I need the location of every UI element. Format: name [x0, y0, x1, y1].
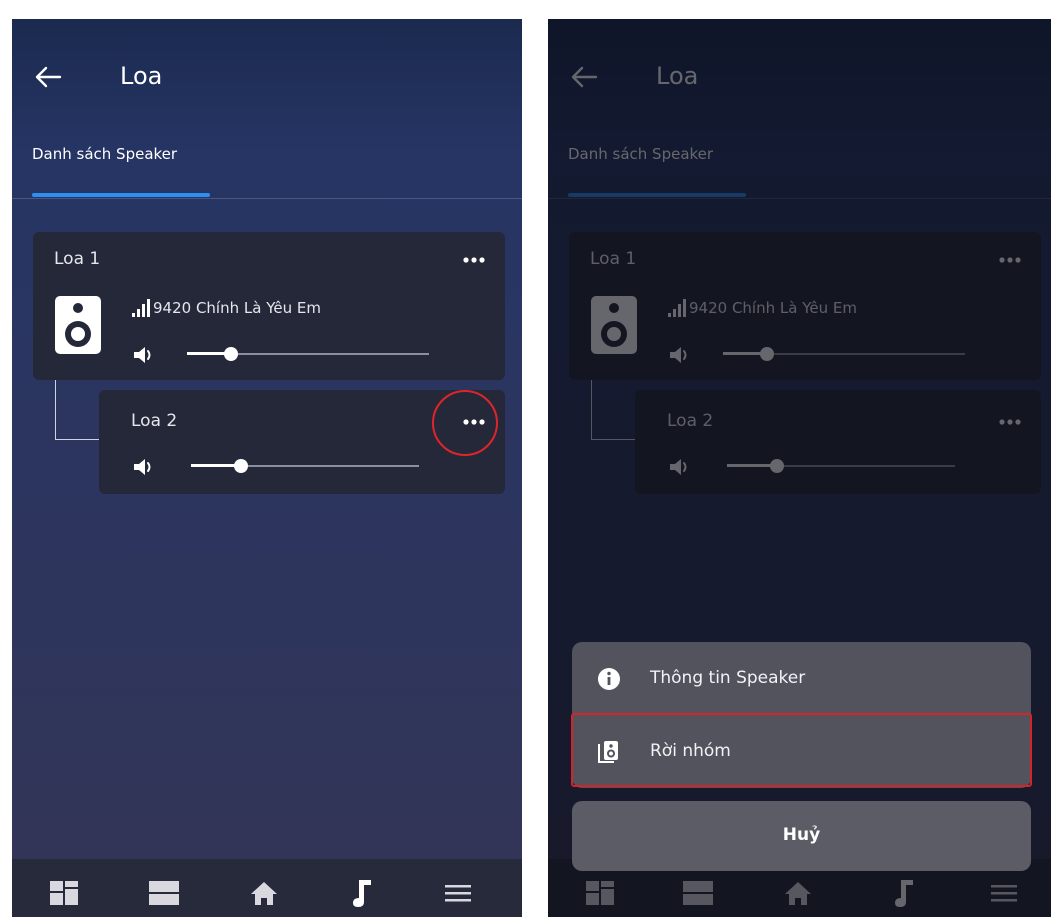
- speaker-card-1[interactable]: Loa 1 9420 Chính Là Yêu Em: [33, 232, 505, 380]
- app-header: Loa: [12, 19, 522, 139]
- home-icon[interactable]: [248, 877, 280, 909]
- highlight-box-annotation: [571, 713, 1032, 787]
- speaker-device-icon: [55, 296, 101, 354]
- volume-slider-knob[interactable]: [223, 347, 238, 361]
- group-connector-line: [55, 380, 99, 440]
- volume-icon[interactable]: [132, 344, 158, 366]
- option-label: Thông tin Speaker: [650, 668, 806, 688]
- phone-screen-left: Loa Danh sách Speaker Loa 1 9420 Chính L: [12, 19, 522, 917]
- bottom-nav: [12, 859, 522, 917]
- dashboard-icon[interactable]: [48, 877, 80, 909]
- volume-slider-knob[interactable]: [234, 459, 249, 473]
- comparison-screenshot: Loa Danh sách Speaker Loa 1 9420 Chính L: [0, 0, 1051, 917]
- page-title: Loa: [120, 62, 163, 90]
- rooms-icon[interactable]: [148, 877, 180, 909]
- cancel-label: Huỷ: [782, 825, 821, 845]
- volume-slider[interactable]: [191, 456, 419, 476]
- menu-icon[interactable]: [442, 877, 474, 909]
- back-arrow-icon[interactable]: [34, 63, 62, 91]
- speaker-name: Loa 2: [131, 411, 178, 431]
- tab-divider: [12, 198, 522, 199]
- music-icon[interactable]: [346, 877, 378, 909]
- signal-strength-icon: [132, 299, 150, 317]
- volume-icon[interactable]: [132, 456, 158, 478]
- cancel-button[interactable]: Huỷ: [572, 801, 1031, 871]
- speaker-info-option[interactable]: Thông tin Speaker: [572, 642, 1031, 715]
- phone-screen-right: Loa Danh sách Speaker Loa 1 9420 Chính L: [548, 19, 1051, 917]
- volume-slider[interactable]: [187, 344, 429, 364]
- speaker-name: Loa 1: [54, 249, 101, 269]
- now-playing-song: 9420 Chính Là Yêu Em: [153, 299, 321, 317]
- tab-speaker-list[interactable]: Danh sách Speaker: [32, 145, 177, 163]
- more-options-icon[interactable]: [459, 248, 489, 272]
- info-icon: [598, 668, 620, 690]
- tab-active-indicator: [32, 193, 210, 197]
- highlight-circle-annotation: [432, 390, 498, 456]
